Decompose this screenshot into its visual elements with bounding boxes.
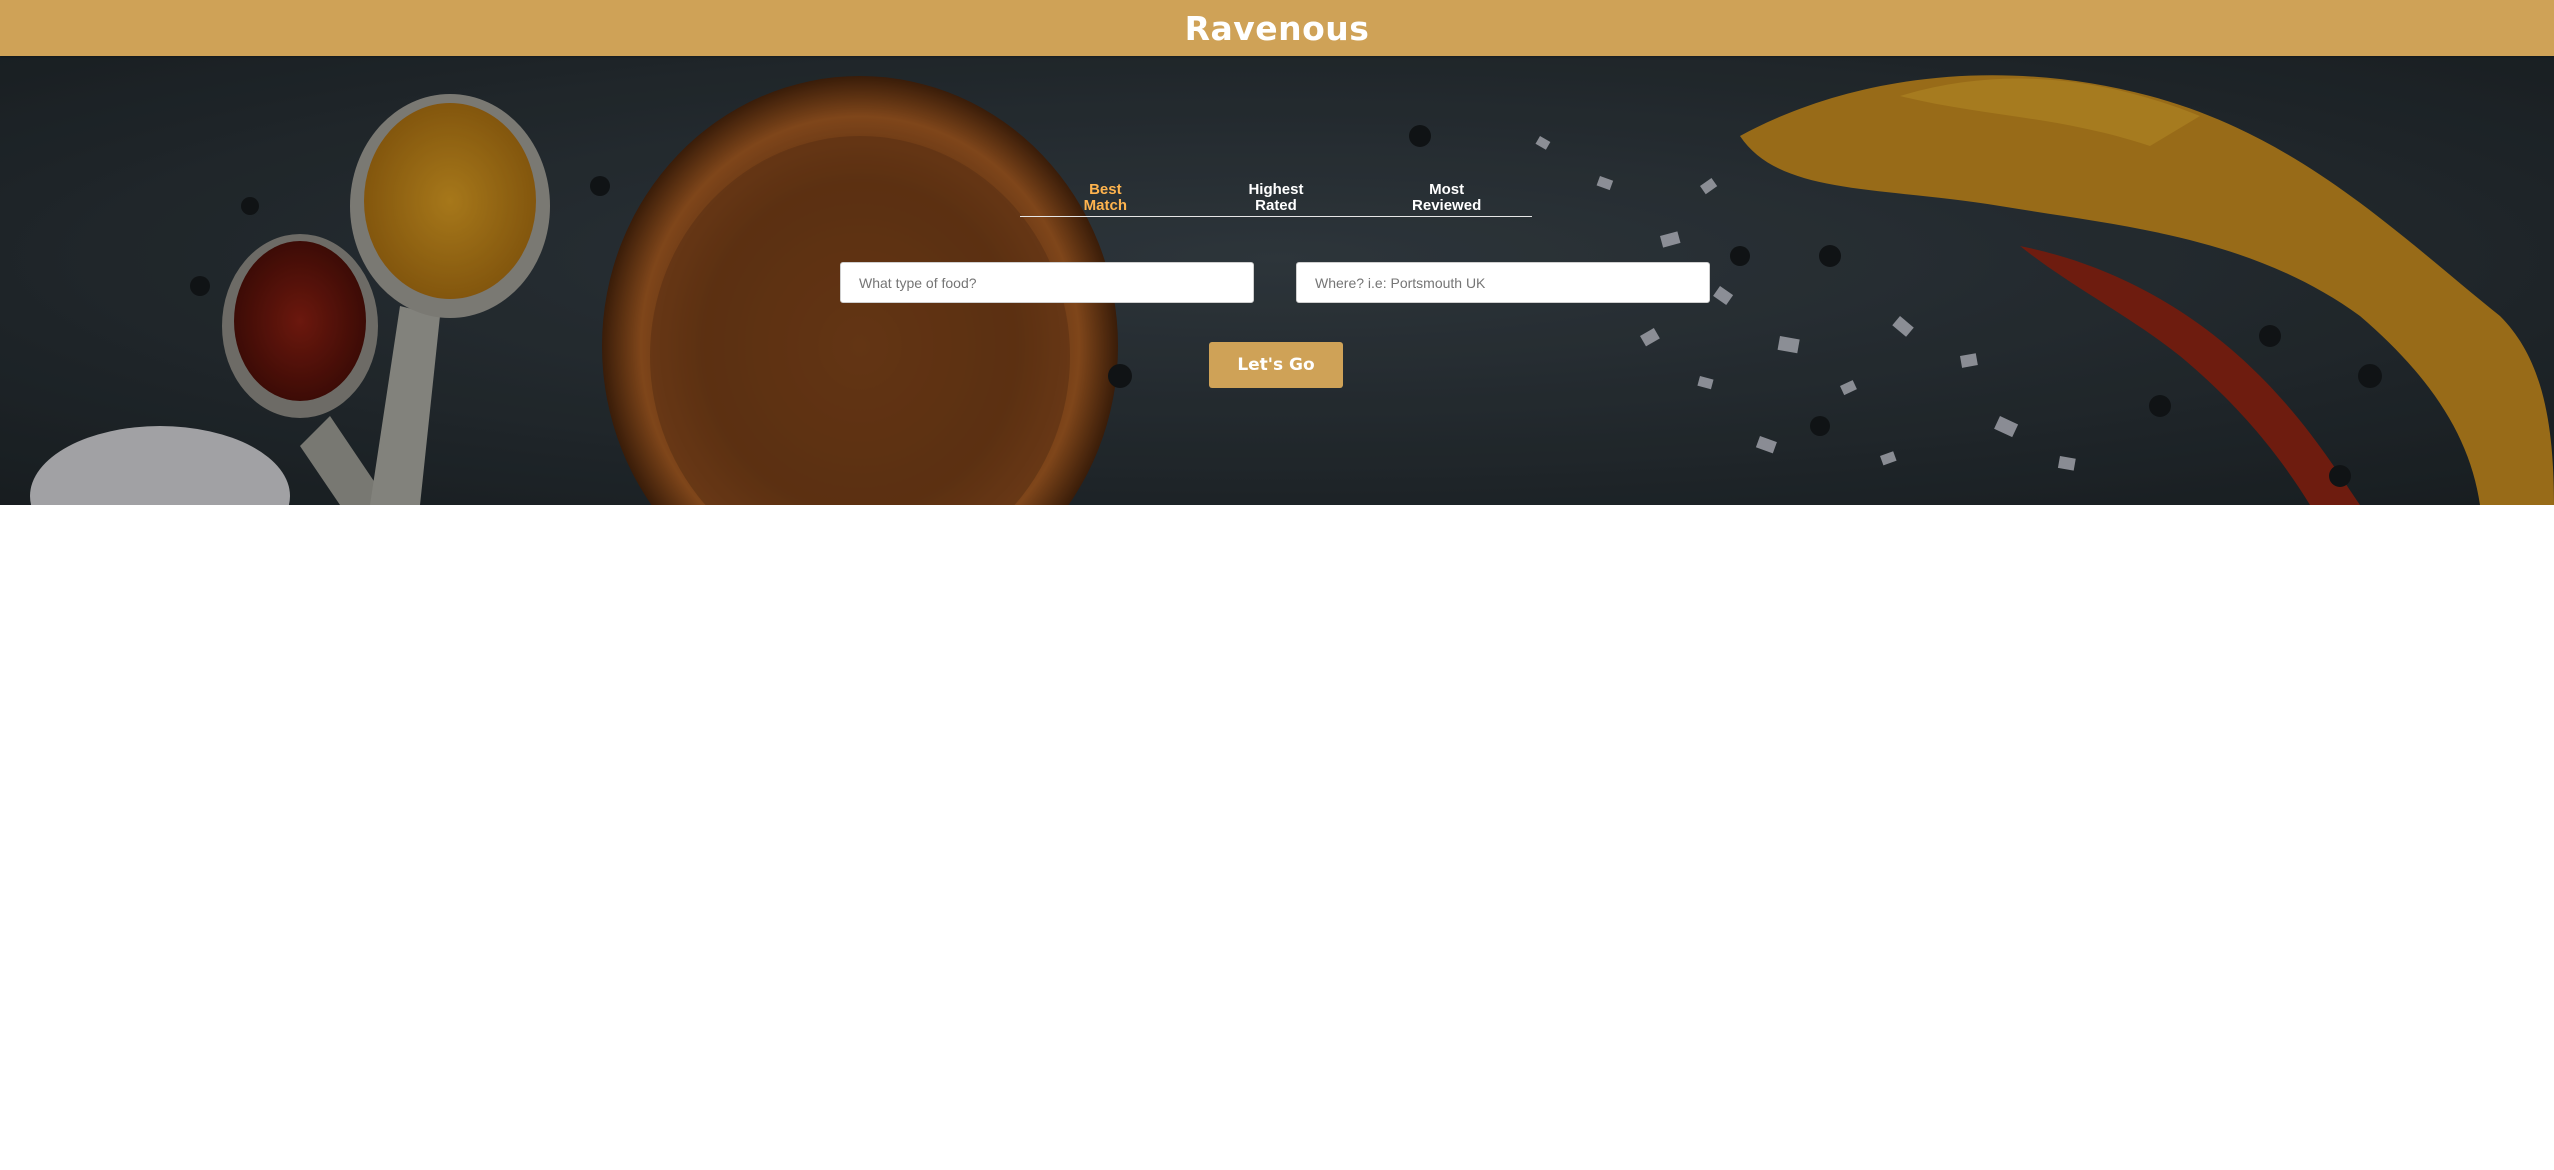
location-input[interactable]	[1296, 262, 1710, 303]
results-area	[0, 505, 2554, 1170]
lets-go-button[interactable]: Let's Go	[1209, 342, 1343, 388]
sort-tab-label: Reviewed	[1412, 197, 1482, 214]
sort-tab-label: Rated	[1255, 197, 1297, 214]
sort-tab-label: Highest	[1248, 181, 1304, 198]
sort-tab-highest-rated[interactable]: Highest Rated	[1216, 182, 1336, 216]
sort-options: Best Match Highest Rated Most Reviewed	[1020, 182, 1532, 217]
sort-tab-label: Match	[1083, 197, 1127, 214]
hero-search-banner: Best Match Highest Rated Most Reviewed L…	[0, 56, 2554, 505]
sort-tab-best-match[interactable]: Best Match	[1045, 182, 1165, 216]
site-header: Ravenous	[0, 0, 2554, 56]
spices-background-image	[0, 56, 2554, 505]
site-title: Ravenous	[1184, 8, 1370, 48]
sort-tab-label: Best	[1089, 181, 1122, 198]
sort-tab-most-reviewed[interactable]: Most Reviewed	[1387, 182, 1507, 216]
food-type-input[interactable]	[840, 262, 1254, 303]
sort-tab-label: Most	[1429, 181, 1465, 198]
